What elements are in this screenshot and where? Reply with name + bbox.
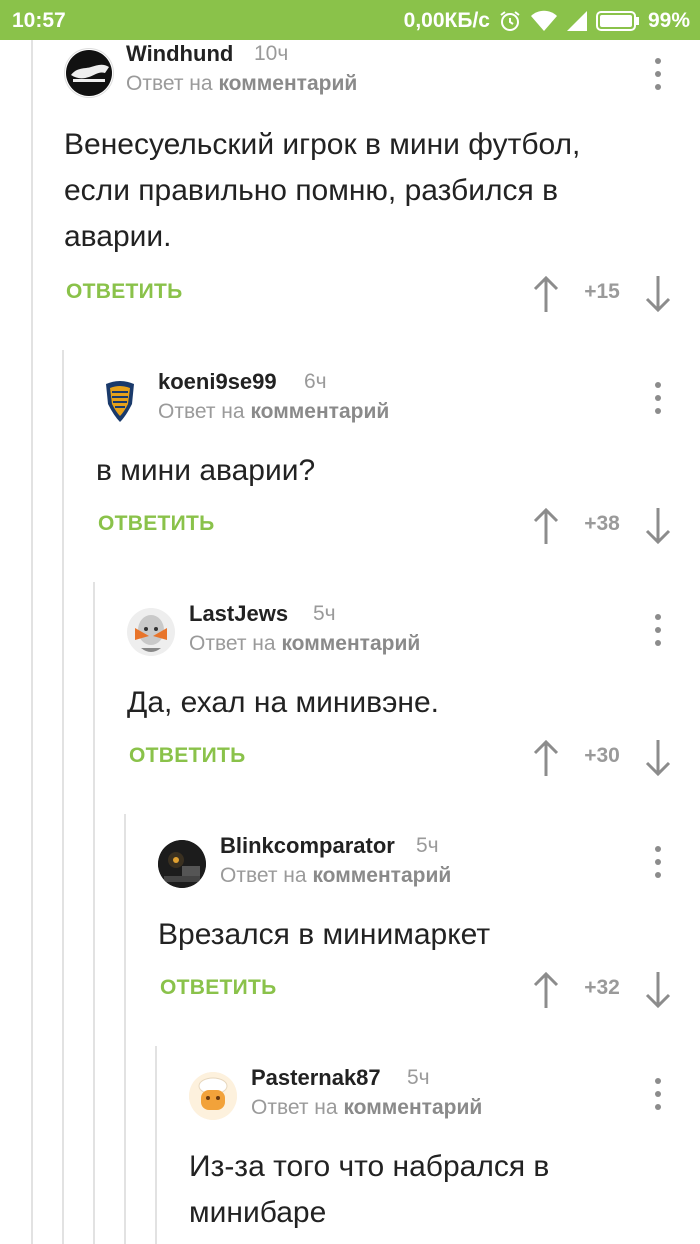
avatar[interactable] <box>158 840 206 888</box>
vote-down-icon[interactable] <box>644 970 672 1010</box>
comment-menu-icon[interactable] <box>646 610 670 650</box>
comment-author[interactable]: Blinkcomparator <box>220 833 395 859</box>
reply-prefix: Ответ на <box>189 632 276 655</box>
comment-time: 10ч <box>254 42 289 65</box>
reply-to-line: Ответ на комментарий <box>251 1096 482 1120</box>
reply-to-line: Ответ на комментарий <box>220 864 451 888</box>
reply-to-line: Ответ на комментарий <box>158 400 389 424</box>
comment: Pasternak87 5ч Ответ на комментарий Из-з… <box>189 1065 689 1244</box>
comment-score: +32 <box>584 976 620 999</box>
comment-time: 5ч <box>407 1066 430 1089</box>
vote-up-icon[interactable] <box>532 738 560 778</box>
reply-button[interactable]: ОТВЕТИТЬ <box>160 976 277 1000</box>
reply-to-line: Ответ на комментарий <box>126 72 357 96</box>
avatar[interactable] <box>127 608 175 656</box>
comment-score: +38 <box>584 512 620 535</box>
comment: Blinkcomparator 5ч Ответ на комментарий … <box>158 833 688 1020</box>
reply-prefix: Ответ на <box>126 72 213 95</box>
thread-line <box>155 1046 157 1244</box>
status-time: 10:57 <box>12 9 66 32</box>
status-bar: 10:57 0,00КБ/с 99% <box>0 0 700 40</box>
comment-menu-icon[interactable] <box>646 54 670 94</box>
vote-down-icon[interactable] <box>644 274 672 314</box>
comment-text: в мини аварии? <box>96 454 316 487</box>
comment-author[interactable]: Pasternak87 <box>251 1065 381 1091</box>
reply-prefix: Ответ на <box>158 400 245 423</box>
signal-icon <box>566 10 588 32</box>
thread-line <box>62 350 64 1244</box>
alarm-icon <box>498 9 522 33</box>
reply-button[interactable]: ОТВЕТИТЬ <box>66 280 183 304</box>
comment-menu-icon[interactable] <box>646 378 670 418</box>
reply-target-link[interactable]: комментарий <box>312 864 451 887</box>
thread-line <box>93 582 95 1244</box>
reply-target-link[interactable]: комментарий <box>281 632 420 655</box>
reply-button[interactable]: ОТВЕТИТЬ <box>129 744 246 768</box>
reply-button[interactable]: ОТВЕТИТЬ <box>98 512 215 536</box>
comment-time: 5ч <box>416 834 439 857</box>
avatar[interactable] <box>64 48 114 98</box>
thread-line <box>31 40 33 1244</box>
comment-score: +15 <box>584 280 620 303</box>
comment-text: Венесуельский игрок в мини футбол, если … <box>64 128 581 253</box>
comment-time: 5ч <box>313 602 336 625</box>
comment-author[interactable]: Windhund <box>126 41 233 67</box>
comment-text: Из-за того что набрался в минибаре <box>189 1150 550 1229</box>
avatar[interactable] <box>96 376 144 424</box>
thread-line <box>124 814 126 1244</box>
network-speed: 0,00КБ/с <box>403 9 490 32</box>
reply-target-link[interactable]: комментарий <box>343 1096 482 1119</box>
comment-menu-icon[interactable] <box>646 842 670 882</box>
reply-prefix: Ответ на <box>220 864 307 887</box>
battery-percent: 99% <box>647 9 690 32</box>
reply-target-link[interactable]: комментарий <box>218 72 357 95</box>
vote-down-icon[interactable] <box>644 506 672 546</box>
vote-up-icon[interactable] <box>532 274 560 314</box>
vote-down-icon[interactable] <box>644 738 672 778</box>
comment-text: Врезался в минимаркет <box>158 918 491 951</box>
comment: LastJews 5ч Ответ на комментарий Да, еха… <box>127 601 687 788</box>
reply-to-line: Ответ на комментарий <box>189 632 420 656</box>
comment-author[interactable]: koeni9se99 <box>158 369 277 395</box>
avatar[interactable] <box>189 1072 237 1120</box>
comment-score: +30 <box>584 744 620 767</box>
vote-up-icon[interactable] <box>532 970 560 1010</box>
reply-prefix: Ответ на <box>251 1096 338 1119</box>
comment-text: Да, ехал на минивэне. <box>127 686 440 719</box>
wifi-icon <box>530 10 558 32</box>
comment: koeni9se99 6ч Ответ на комментарий в мин… <box>96 369 686 556</box>
comment-author[interactable]: LastJews <box>189 601 288 627</box>
comment-menu-icon[interactable] <box>646 1074 670 1114</box>
comment-time: 6ч <box>304 370 327 393</box>
reply-target-link[interactable]: комментарий <box>250 400 389 423</box>
vote-up-icon[interactable] <box>532 506 560 546</box>
battery-icon <box>595 10 640 32</box>
comment: Windhund 10ч Ответ на комментарий Венесу… <box>64 41 684 318</box>
